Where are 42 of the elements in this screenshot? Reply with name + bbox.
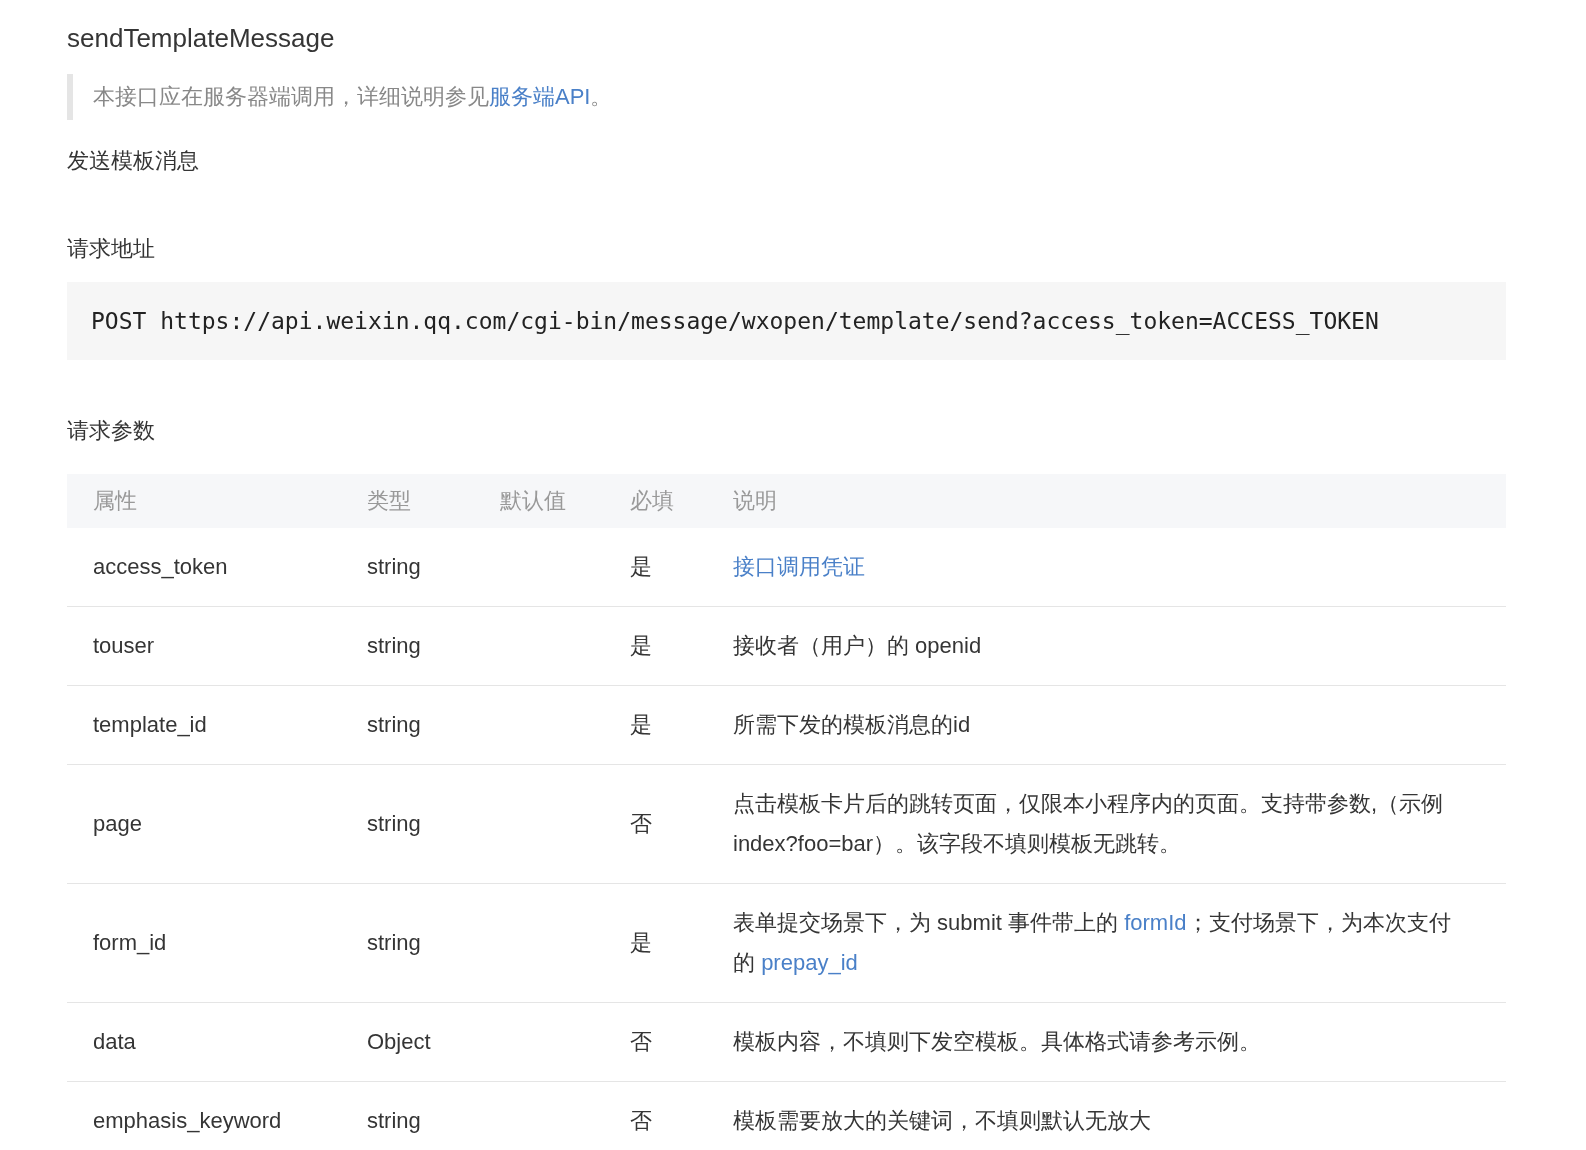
description-text: 发送模板消息 bbox=[67, 147, 199, 175]
note-text: 本接口应在服务器端调用，详细说明参见服务端API。 bbox=[93, 83, 613, 111]
table-cell: 否 bbox=[630, 811, 652, 836]
page-title: sendTemplateMessage bbox=[67, 22, 336, 55]
table-cell: string bbox=[367, 811, 421, 836]
description-cell-text: 模板需要放大的关键词，不填则默认无放大 bbox=[733, 1107, 1151, 1135]
column-header: 必填 bbox=[630, 488, 674, 513]
column-header: 说明 bbox=[733, 488, 777, 513]
section-heading: 请求参数 bbox=[67, 417, 155, 445]
table-cell: emphasis_keyword bbox=[93, 1108, 282, 1133]
link[interactable]: formId bbox=[1124, 910, 1187, 935]
table-cell: access_token bbox=[93, 554, 228, 579]
column-header: 类型 bbox=[367, 488, 411, 513]
table-cell: 是 bbox=[630, 554, 652, 579]
table-cell: string bbox=[367, 554, 421, 579]
table-cell: string bbox=[367, 930, 421, 955]
table-cell: touser bbox=[93, 633, 155, 658]
table-cell: Object bbox=[367, 1029, 431, 1054]
description-cell-text: 所需下发的模板消息的id bbox=[733, 711, 971, 739]
column-header: 默认值 bbox=[500, 488, 566, 513]
table-cell: 否 bbox=[630, 1029, 652, 1054]
description-cell-text: 模板内容，不填则下发空模板。具体格式请参考示例。 bbox=[733, 1028, 1261, 1056]
table-cell: 是 bbox=[630, 712, 652, 737]
link[interactable]: 服务端API bbox=[489, 84, 591, 109]
column-header: 属性 bbox=[93, 488, 137, 513]
table-cell: template_id bbox=[93, 712, 207, 737]
table-cell: 是 bbox=[630, 633, 652, 658]
description-cell-text: 接收者（用户）的 openid bbox=[733, 632, 982, 660]
table-cell: string bbox=[367, 1108, 421, 1133]
table-cell: 是 bbox=[630, 930, 652, 955]
description-cell-text: 表单提交场景下，为 submit 事件带上的 formId；支付场景下，为本次支付的 prepay_id bbox=[733, 909, 1452, 977]
table-cell: form_id bbox=[93, 930, 167, 955]
table-cell: string bbox=[367, 633, 421, 658]
section-heading: 请求地址 bbox=[67, 235, 155, 263]
code-block: POST https://api.weixin.qq.com/cgi-bin/message/wxopen/template/send?access_token=ACCESS_TOKEN bbox=[67, 282, 1506, 360]
link[interactable]: 接口调用凭证 bbox=[733, 554, 865, 579]
table-cell: 否 bbox=[630, 1108, 652, 1133]
description-cell-text: 点击模板卡片后的跳转页面，仅限本小程序内的页面。支持带参数,（示例index?foo=bar）。该字段不填则模板无跳转。 bbox=[733, 790, 1445, 858]
table-cell: string bbox=[367, 712, 421, 737]
table-cell: page bbox=[93, 811, 142, 836]
link[interactable]: prepay_id bbox=[761, 950, 858, 975]
table-cell: data bbox=[93, 1029, 136, 1054]
